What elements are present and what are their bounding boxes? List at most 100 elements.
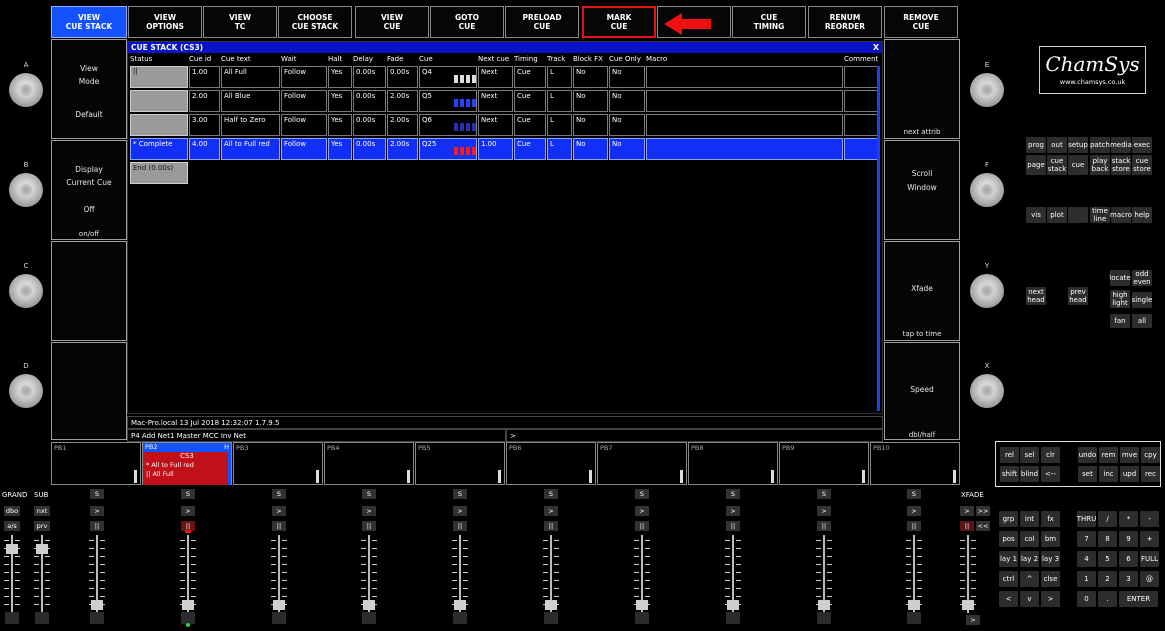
key-blank[interactable]: * [1119,511,1138,527]
playback-pb3[interactable]: PB3 [233,442,323,485]
toolbar-button-preload-cue[interactable]: PRELOAD CUE [505,6,579,38]
key-bm[interactable]: bm [1041,531,1060,547]
key-stack-store[interactable]: stack store [1111,155,1131,175]
key-vis[interactable]: vis [1026,207,1046,223]
encoder-b-knob[interactable] [9,173,43,207]
encoder-d-knob[interactable] [9,374,43,408]
fader-pause-button[interactable]: || [453,521,467,531]
fader-select-button[interactable]: S [181,489,195,499]
key-6[interactable]: 6 [1119,551,1138,567]
key-pos[interactable]: pos [999,531,1018,547]
xfade-pause-button[interactable]: || [960,521,974,531]
fader-pause-button[interactable]: || [544,521,558,531]
fader-select-button[interactable]: S [726,489,740,499]
xfade-rew-button[interactable]: << [976,521,990,531]
toolbar-button-choose-cue-stack[interactable]: CHOOSE CUE STACK [278,6,352,38]
xfade-go-button[interactable]: > [960,506,974,516]
playback-fader[interactable] [454,600,466,610]
playback-pb1[interactable]: PB1 [51,442,141,485]
key-fx[interactable]: fx [1041,511,1060,527]
key-high-light[interactable]: high light [1110,290,1130,308]
table-row[interactable]: 2.00 All Blue Follow Yes 0.00s 2.00s Q5 Next Cue… [128,90,878,112]
playback-pb9[interactable]: PB9 [779,442,869,485]
toolbar-button-remove-cue[interactable]: REMOVE CUE [884,6,958,38]
toolbar-button-cue-timing[interactable]: CUE TIMING [732,6,806,38]
right-panel-e[interactable]: next attrib [884,39,960,139]
key-blank[interactable]: . [1098,591,1117,607]
status-cell[interactable] [130,90,188,112]
key-ctrl[interactable]: ctrl [999,571,1018,587]
key-v[interactable]: v [1020,591,1039,607]
grand-master-fader[interactable] [6,544,18,554]
fader-go-button[interactable]: > [90,506,104,516]
key-cue-stack[interactable]: cue stack [1047,155,1067,175]
playback-fader[interactable] [363,600,375,610]
fader-go-button[interactable]: > [544,506,558,516]
left-panel-c[interactable] [51,241,127,341]
fader-pause-button[interactable]: || [362,521,376,531]
right-panel-x[interactable]: Speed dbl/half [884,342,960,440]
fader-select-button[interactable]: S [907,489,921,499]
table-row[interactable]: || 1.00 All Full Follow Yes 0.00s 0.00s Q4 Next C… [128,66,878,88]
key-help[interactable]: help [1132,207,1152,223]
fader-pause-button[interactable]: || [817,521,831,531]
as-button[interactable]: a/s [4,521,20,531]
fader-pause-button[interactable]: || [90,521,104,531]
key-cue-store[interactable]: cue store [1132,155,1152,175]
key-macro[interactable]: macro [1110,207,1132,223]
key-next-head[interactable]: next head [1026,287,1046,305]
key-prev-head[interactable]: prev head [1068,287,1088,305]
key-blank[interactable]: ^ [1020,571,1039,587]
fader-go-button[interactable]: > [726,506,740,516]
key-odd-even[interactable]: odd even [1132,270,1152,286]
key-patch[interactable]: patch [1090,137,1110,153]
key-locate[interactable]: locate [1109,270,1131,286]
scrollbar[interactable] [877,66,880,411]
key-lay-2[interactable]: lay 2 [1020,551,1039,567]
key-blank[interactable]: @ [1140,571,1159,587]
key-plot[interactable]: plot [1047,207,1067,223]
key-all[interactable]: all [1132,314,1152,328]
key-out[interactable]: out [1047,137,1067,153]
key-grp[interactable]: grp [999,511,1018,527]
fader-select-button[interactable]: S [817,489,831,499]
playback-pb4[interactable]: PB4 [324,442,414,485]
fader-go-button[interactable]: > [272,506,286,516]
left-panel-b[interactable]: Display Current Cue Off on/off [51,140,127,240]
prv-button[interactable]: prv [34,521,50,531]
playback-fader[interactable] [545,600,557,610]
fader-go-button[interactable]: > [635,506,649,516]
playback-fader[interactable] [636,600,648,610]
key-page[interactable]: page [1026,155,1046,175]
nxt-button[interactable]: nxt [34,506,50,516]
encoder-x-knob[interactable] [970,374,1004,408]
key-blank[interactable]: < [999,591,1018,607]
key-blank[interactable]: > [1041,591,1060,607]
key-fan[interactable]: fan [1110,314,1130,328]
key-3[interactable]: 3 [1119,571,1138,587]
key-clse[interactable]: clse [1041,571,1060,587]
toolbar-button-view-cue[interactable]: VIEW CUE [355,6,429,38]
toolbar-button-renum-reorder[interactable]: RENUM REORDER [808,6,882,38]
right-panel-y[interactable]: Xfade tap to time [884,241,960,341]
key-full[interactable]: FULL [1140,551,1159,567]
encoder-f-knob[interactable] [970,173,1004,207]
right-panel-f[interactable]: Scroll Window [884,140,960,240]
key-int[interactable]: int [1020,511,1039,527]
toolbar-button-view-tc[interactable]: VIEW TC [203,6,277,38]
table-row[interactable]: * Complete 4.00 All to Full red Follow Yes 0.… [128,138,878,160]
fader-select-button[interactable]: S [362,489,376,499]
key-exec[interactable]: exec [1132,137,1152,153]
command-line[interactable]: > [506,429,883,442]
xfade-ff-button[interactable]: >> [976,506,990,516]
key-prog[interactable]: prog [1026,137,1046,153]
playback-fader[interactable] [727,600,739,610]
fader-select-button[interactable]: S [272,489,286,499]
key-col[interactable]: col [1020,531,1039,547]
key-single[interactable]: single [1132,292,1152,308]
key-blank[interactable]: + [1140,531,1159,547]
toolbar-button-view-cue-stack[interactable]: VIEW CUE STACK [51,6,127,38]
key-enter[interactable]: ENTER [1119,591,1158,607]
playback-fader[interactable] [273,600,285,610]
playback-pb8[interactable]: PB8 [688,442,778,485]
